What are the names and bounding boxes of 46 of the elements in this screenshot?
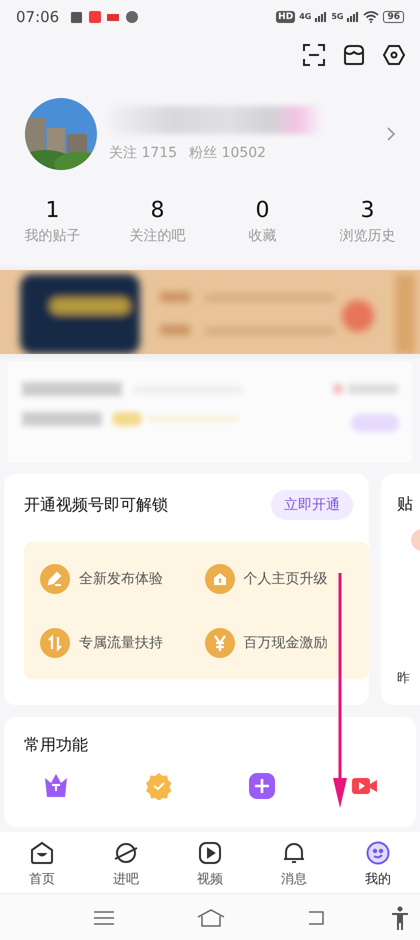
benefit-label: 百万现金激励 <box>244 634 328 652</box>
network-label: 4G <box>299 12 312 21</box>
menu-icon[interactable] <box>93 910 115 926</box>
hd-indicator: HD <box>276 10 296 22</box>
battery-indicator: 96 <box>383 10 404 22</box>
planet-icon <box>113 840 139 866</box>
benefit-label: 全新发布体验 <box>79 570 163 588</box>
home-icon[interactable] <box>197 908 225 926</box>
plus-icon[interactable] <box>248 772 276 800</box>
benefit-label: 个人主页升级 <box>244 570 328 588</box>
stat-value[interactable]: 3 <box>360 198 374 223</box>
tab[interactable]: 消息 <box>252 832 336 893</box>
wifi-icon <box>363 10 380 22</box>
signal-icon <box>315 12 328 22</box>
tab[interactable]: 我的 <box>336 832 420 893</box>
shop-icon[interactable] <box>342 43 366 67</box>
scan-icon[interactable] <box>302 43 326 67</box>
card-title: 开通视频号即可解锁 <box>24 494 168 516</box>
back-icon[interactable] <box>307 910 327 926</box>
bell-icon <box>281 840 307 866</box>
section-title: 常用功能 <box>24 735 88 754</box>
pen-icon <box>40 564 70 594</box>
accessibility-icon[interactable] <box>392 906 408 930</box>
smiley-icon <box>365 840 391 866</box>
up-down-arrows-icon <box>40 628 70 658</box>
home-icon <box>29 840 55 866</box>
stat-value[interactable]: 0 <box>256 198 270 223</box>
card-title: 贴 <box>397 494 413 515</box>
status-time: 07:06 <box>16 8 60 26</box>
play-icon <box>197 840 223 866</box>
benefit-label: 专属流量扶持 <box>79 634 163 652</box>
tab[interactable]: 视频 <box>168 832 252 893</box>
stat-value[interactable]: 1 <box>46 198 60 223</box>
fans-count: 粉丝 10502 <box>189 144 266 162</box>
network-label: 5G <box>331 12 344 21</box>
settings-icon[interactable] <box>382 43 406 67</box>
chevron-right-icon[interactable] <box>386 126 396 142</box>
tab[interactable]: 进吧 <box>84 832 168 893</box>
tab[interactable]: 首页 <box>0 832 84 893</box>
date-text: 昨 <box>397 670 410 687</box>
signal-icon <box>347 12 360 22</box>
home-icon <box>204 564 234 594</box>
stat-value[interactable]: 8 <box>150 198 164 223</box>
yen-icon <box>204 628 234 658</box>
following-count: 关注 1715 <box>109 144 178 162</box>
open-now-button[interactable]: 立即开通 <box>271 490 353 520</box>
